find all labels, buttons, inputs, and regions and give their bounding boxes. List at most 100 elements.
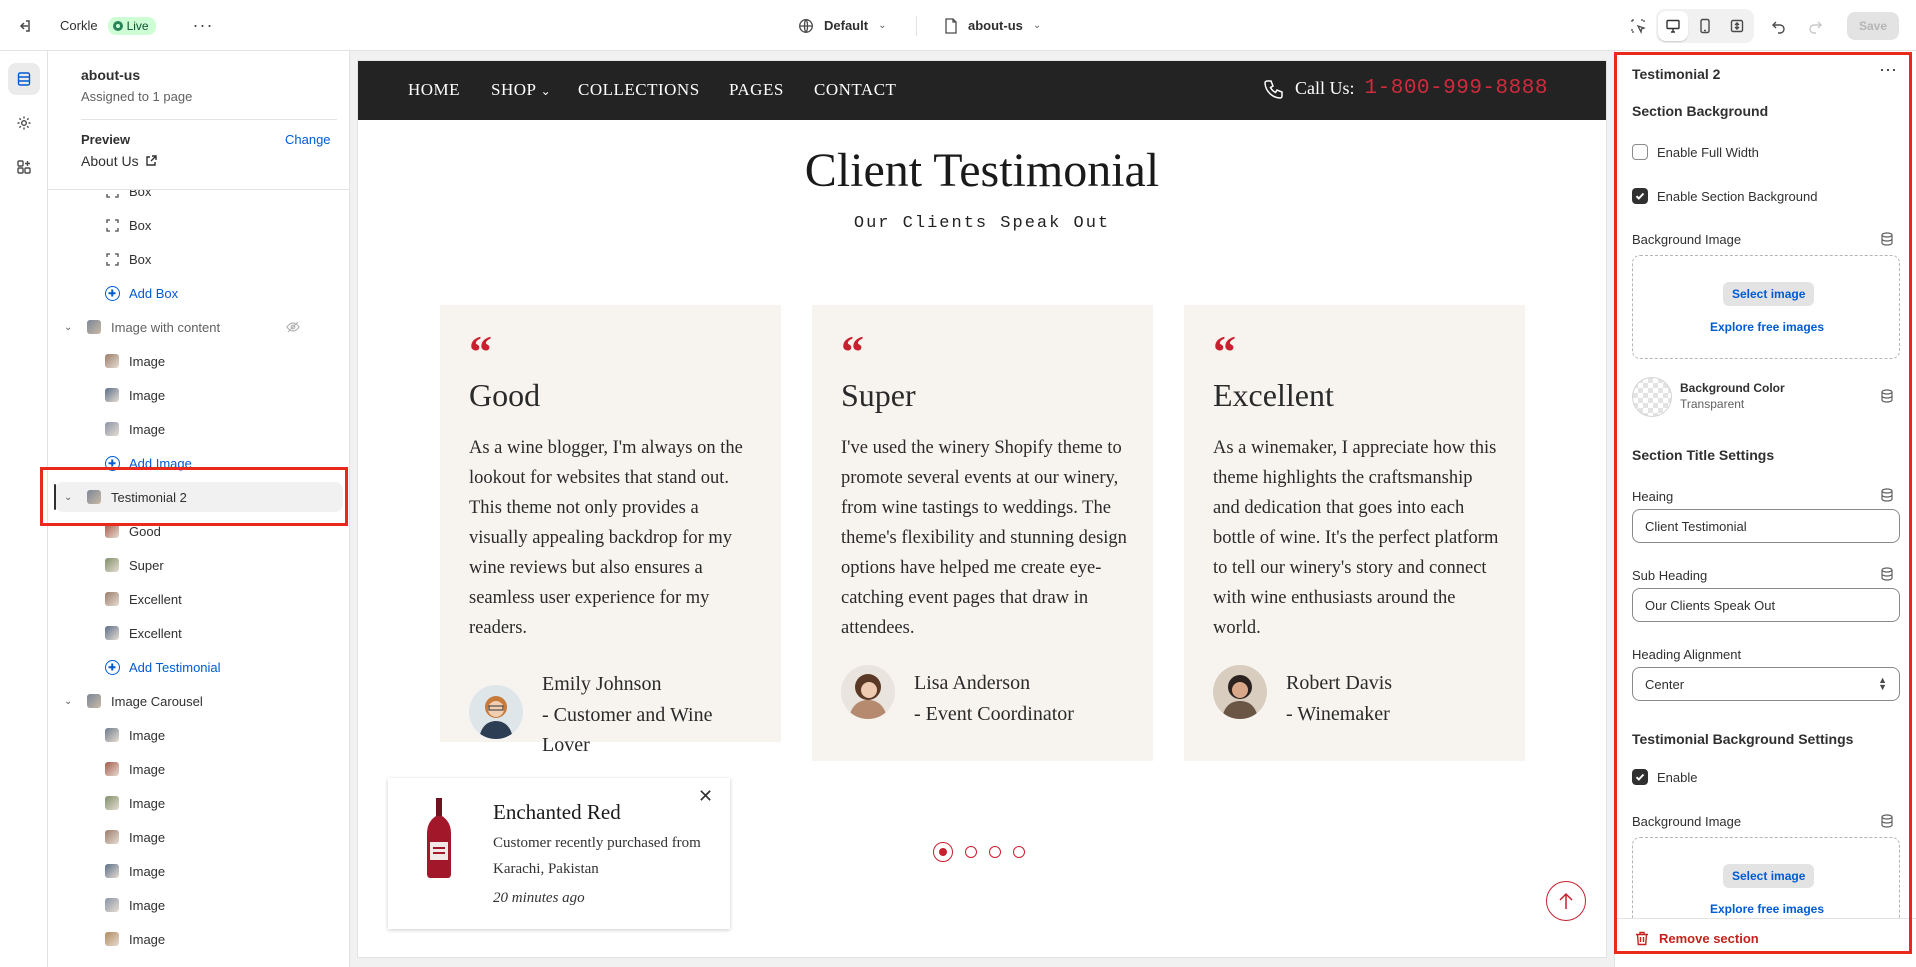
sections-tab[interactable] bbox=[8, 63, 40, 95]
image-thumbnail-icon bbox=[104, 829, 120, 845]
image-thumbnail-icon bbox=[104, 795, 120, 811]
image-thumbnail-icon bbox=[104, 625, 120, 641]
block-item-image[interactable]: Image bbox=[48, 890, 349, 920]
block-item-image[interactable]: Image bbox=[48, 720, 349, 750]
carousel-dot[interactable] bbox=[965, 846, 977, 858]
nav-shop[interactable]: SHOP ⌄ bbox=[491, 80, 551, 100]
image-thumbnail-icon bbox=[104, 761, 120, 777]
cursor-select-icon bbox=[1622, 10, 1654, 42]
testimonial-title: Excellent bbox=[1213, 377, 1334, 413]
section-thumbnail-icon bbox=[86, 319, 102, 335]
block-item-image[interactable]: Image bbox=[48, 924, 349, 954]
back-to-top-button[interactable] bbox=[1546, 881, 1586, 921]
more-actions-button[interactable]: ··· bbox=[187, 0, 219, 51]
nav-collections[interactable]: COLLECTIONS bbox=[578, 80, 700, 100]
section-label: Image with content bbox=[111, 319, 221, 335]
block-item-image[interactable]: Image bbox=[48, 788, 349, 818]
expand-icon bbox=[1730, 19, 1744, 32]
nav-pages[interactable]: PAGES bbox=[729, 80, 784, 100]
block-label: Box bbox=[129, 190, 152, 199]
author-name: Emily Johnson bbox=[542, 673, 662, 695]
theme-settings-tab[interactable] bbox=[8, 107, 40, 139]
box-icon bbox=[104, 251, 120, 267]
block-item-super[interactable]: Super bbox=[48, 550, 349, 580]
store-name: Corkle bbox=[60, 18, 98, 33]
image-thumbnail-icon bbox=[104, 897, 120, 913]
add-box-button[interactable]: Add Box bbox=[48, 278, 349, 308]
block-item-image[interactable]: Image bbox=[48, 856, 349, 886]
add-testimonial-button[interactable]: Add Testimonial bbox=[48, 652, 349, 682]
wine-bottle-image bbox=[427, 798, 451, 878]
hidden-eye-icon[interactable] bbox=[286, 320, 300, 337]
market-selector[interactable]: Default ⌄ bbox=[798, 0, 886, 51]
chevron-down-icon[interactable]: ⌄ bbox=[64, 696, 78, 707]
save-button[interactable]: Save bbox=[1847, 11, 1900, 40]
block-item-image[interactable]: Image bbox=[48, 346, 349, 376]
recent-purchase-popup: Enchanted Red Customer recently purchase… bbox=[388, 778, 730, 929]
section-heading: Client Testimonial bbox=[804, 144, 1160, 197]
carousel-dot[interactable] bbox=[933, 842, 953, 862]
gear-icon bbox=[17, 116, 31, 130]
inspector-button[interactable] bbox=[1622, 0, 1654, 51]
nav-contact[interactable]: CONTACT bbox=[814, 80, 896, 100]
block-item-image[interactable]: Image bbox=[48, 380, 349, 410]
change-preview-link[interactable]: Change bbox=[285, 132, 331, 147]
block-item-image[interactable]: Image bbox=[48, 414, 349, 444]
mobile-view-button[interactable] bbox=[1690, 11, 1720, 41]
preview-label: Preview bbox=[81, 132, 131, 147]
fullscreen-view-button[interactable] bbox=[1722, 11, 1752, 41]
chevron-down-icon: ⌄ bbox=[540, 84, 552, 98]
exit-button[interactable] bbox=[8, 0, 40, 51]
block-label: Image bbox=[129, 761, 166, 777]
add-label: Add Testimonial bbox=[129, 659, 221, 675]
block-item-excellent[interactable]: Excellent bbox=[48, 618, 349, 648]
phone-contact[interactable]: Call Us: 1-800-999-8888 bbox=[1263, 77, 1548, 100]
undo-icon bbox=[1763, 10, 1795, 42]
block-item-box[interactable]: Box bbox=[48, 244, 349, 274]
device-toggle-group bbox=[1656, 8, 1754, 43]
apps-tab[interactable] bbox=[8, 151, 40, 183]
quote-icon: “ bbox=[1213, 326, 1236, 377]
section-item-image-with-content[interactable]: ⌄ Image with content bbox=[48, 312, 349, 342]
avatar bbox=[841, 665, 895, 719]
phone-label: Call Us: bbox=[1295, 78, 1355, 98]
testimonial-card: “ Super I've used the winery Shopify the… bbox=[812, 305, 1153, 761]
exit-icon bbox=[8, 10, 40, 42]
image-thumbnail-icon bbox=[104, 591, 120, 607]
section-label: Image Carousel bbox=[111, 693, 203, 709]
popup-product-name: Enchanted Red bbox=[493, 800, 621, 824]
plus-circle-icon bbox=[104, 659, 120, 675]
section-item-image-carousel[interactable]: ⌄ Image Carousel bbox=[48, 686, 349, 716]
image-thumbnail-icon bbox=[104, 557, 120, 573]
carousel-dot[interactable] bbox=[1013, 846, 1025, 858]
block-item-image[interactable]: Image bbox=[48, 822, 349, 852]
popup-text: Customer recently purchased from Karachi… bbox=[493, 835, 701, 877]
undo-button[interactable] bbox=[1763, 0, 1795, 51]
chevron-down-icon: ⌄ bbox=[878, 20, 887, 31]
block-label: Excellent bbox=[129, 591, 182, 607]
nav-home[interactable]: HOME bbox=[408, 80, 460, 100]
block-label: Image bbox=[129, 387, 166, 403]
block-item-excellent[interactable]: Excellent bbox=[48, 584, 349, 614]
block-item-image[interactable]: Image bbox=[48, 754, 349, 784]
testimonial-card: “ Excellent As a winemaker, I appreciate… bbox=[1184, 305, 1525, 761]
block-label: Image bbox=[129, 353, 166, 369]
preview-page-link[interactable]: About Us bbox=[81, 153, 157, 169]
section-tree: Box Box Box Add Box ⌄ Image with content Image… bbox=[48, 190, 349, 967]
close-icon[interactable]: ✕ bbox=[698, 786, 713, 807]
desktop-view-button[interactable] bbox=[1658, 10, 1688, 41]
author-role: - Event Coordinator bbox=[914, 703, 1074, 725]
author-name: Lisa Anderson bbox=[914, 672, 1031, 694]
chevron-down-icon[interactable]: ⌄ bbox=[64, 322, 78, 333]
preview-page-name: About Us bbox=[81, 153, 139, 169]
block-item-box[interactable]: Box bbox=[48, 210, 349, 240]
image-thumbnail-icon bbox=[104, 387, 120, 403]
block-label: Image bbox=[129, 421, 166, 437]
template-title: about-us bbox=[81, 67, 141, 83]
template-selector[interactable]: about-us ⌄ bbox=[944, 0, 1041, 51]
layout-icon bbox=[17, 72, 31, 86]
plus-circle-icon bbox=[104, 285, 120, 301]
redo-button[interactable] bbox=[1799, 0, 1831, 51]
block-item-box[interactable]: Box bbox=[48, 190, 349, 206]
carousel-dot[interactable] bbox=[989, 846, 1001, 858]
